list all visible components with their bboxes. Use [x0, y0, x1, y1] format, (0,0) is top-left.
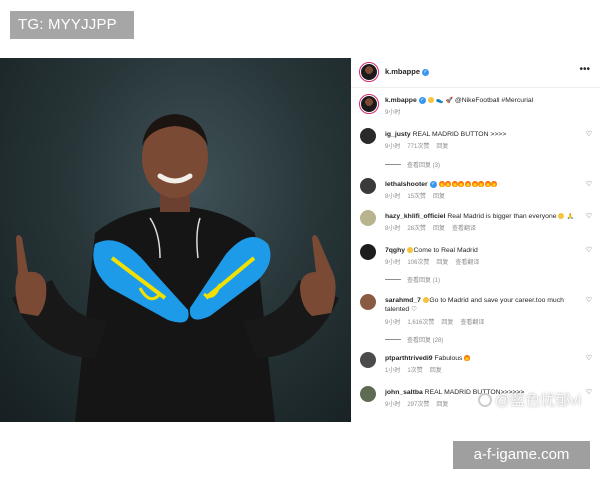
comment: sarahmd_7 Go to Madrid and save your car… — [351, 294, 600, 350]
rocket-emoji-icon: 🚀 — [445, 98, 453, 104]
author-username[interactable]: k.mbappe ✓ — [385, 67, 430, 76]
comment-text: 7qghy Come to Real Madrid — [385, 246, 478, 254]
commenter-avatar[interactable] — [360, 294, 376, 310]
fire-emoji-icon — [484, 180, 491, 187]
tg-badge: TG: MYYJJPP — [10, 11, 134, 39]
caption: k.mbappe ✓ 👟 🚀 @NikeFootball #Mercurial 9… — [351, 94, 600, 118]
fire-emoji-row — [438, 180, 498, 188]
photo-illustration — [12, 114, 339, 422]
reply-link[interactable]: 回复 — [430, 368, 442, 374]
smirk-emoji-icon — [558, 212, 565, 219]
fire-emoji-icon — [491, 180, 498, 187]
reply-link[interactable]: 回复 — [436, 260, 448, 266]
like-heart-icon[interactable]: ♡ — [586, 296, 592, 304]
heart-emoji-icon: ♡ — [411, 306, 417, 313]
comment-meta: 8小时 28次赞 回复 查看翻译 — [385, 226, 477, 232]
commenter-avatar[interactable] — [360, 210, 376, 226]
comment-meta: 9小时 297次赞 回复 — [385, 402, 449, 408]
fire-emoji-icon — [471, 180, 478, 187]
reply-link[interactable]: 回复 — [436, 402, 448, 408]
comment: lethalshooter ✓ 8小时 15次赞 回复 ♡ — [351, 178, 600, 208]
post-header: k.mbappe ✓ ••• — [351, 58, 600, 88]
watermark: @藍色忧郁vi — [478, 389, 581, 410]
fire-emoji-icon — [464, 180, 471, 187]
fire-emoji-icon — [478, 180, 485, 187]
commenter-avatar[interactable] — [360, 352, 376, 368]
comment-meta: 9小时 1,616次赞 回复 查看翻译 — [385, 320, 485, 326]
comment: ig_justy REAL MADRID BUTTON >>>> 9小时 771次… — [351, 128, 600, 178]
pray-emoji-icon: 🙏 — [566, 214, 575, 220]
commenter-avatar[interactable] — [360, 386, 376, 402]
like-heart-icon[interactable]: ♡ — [586, 354, 592, 362]
view-replies-link[interactable]: 查看回复 (1) — [385, 275, 440, 284]
smiling-emoji-icon — [422, 296, 429, 303]
like-heart-icon[interactable]: ♡ — [586, 130, 592, 138]
translate-link[interactable]: 查看翻译 — [460, 320, 484, 326]
like-heart-icon[interactable]: ♡ — [586, 246, 592, 254]
commenter-avatar[interactable] — [360, 178, 376, 194]
comment-meta: 1小时 1次赞 回复 — [385, 368, 442, 374]
fire-emoji-icon — [451, 180, 458, 187]
translate-link[interactable]: 查看翻译 — [455, 260, 479, 266]
reply-link[interactable]: 回复 — [441, 320, 453, 326]
instagram-post: k.mbappe ✓ ••• k.mbappe ✓ 👟 🚀 @NikeFootbal… — [0, 58, 600, 422]
verified-icon: ✓ — [429, 181, 437, 188]
reply-link[interactable]: 回复 — [433, 226, 445, 232]
comment-text: ptparthtrivedi9 Fabulous — [385, 354, 581, 363]
fire-emoji-icon — [464, 354, 471, 361]
comment-text: lethalshooter ✓ — [385, 180, 581, 189]
commenter-avatar[interactable] — [360, 244, 376, 260]
comment: hazy_khlifi_officiel Real Madrid is bigg… — [351, 210, 600, 242]
verified-icon: ✓ — [422, 69, 430, 76]
site-badge: a-f-igame.com — [453, 441, 590, 469]
view-replies-link[interactable]: 查看回复 (28) — [385, 335, 443, 344]
comment-text: sarahmd_7 Go to Madrid and save your car… — [385, 296, 564, 313]
comment-text: ig_justy REAL MADRID BUTTON >>>> — [385, 131, 507, 138]
comments-panel: k.mbappe ✓ ••• k.mbappe ✓ 👟 🚀 @NikeFootbal… — [351, 58, 600, 422]
translate-link[interactable]: 查看翻译 — [452, 226, 476, 232]
fire-emoji-icon — [445, 180, 452, 187]
shoe-emoji-icon: 👟 — [436, 98, 444, 104]
fire-emoji-icon — [438, 180, 445, 187]
comment-text: hazy_khlifi_officiel Real Madrid is bigg… — [385, 212, 575, 220]
caption-avatar[interactable] — [359, 94, 379, 114]
post-photo — [0, 58, 351, 422]
comment: 7qghy Come to Real Madrid 9小时 106次赞 回复 查看翻译… — [351, 244, 600, 290]
fire-emoji-icon — [458, 180, 465, 187]
like-heart-icon[interactable]: ♡ — [586, 180, 592, 188]
caption-time: 9小时 — [385, 110, 401, 116]
smiling-emoji-icon — [427, 96, 434, 103]
comment: ptparthtrivedi9 Fabulous 1小时 1次赞 回复 ♡ — [351, 352, 600, 380]
verified-icon: ✓ — [418, 97, 426, 104]
more-options-icon[interactable]: ••• — [579, 64, 590, 75]
comment-meta: 9小时 106次赞 回复 查看翻译 — [385, 260, 480, 266]
comment-meta: 9小时 771次赞 回复 — [385, 144, 449, 150]
reply-link[interactable]: 回复 — [433, 194, 445, 200]
view-replies-link[interactable]: 查看回复 (3) — [385, 160, 440, 169]
reply-link[interactable]: 回复 — [436, 144, 448, 150]
author-avatar[interactable] — [359, 62, 379, 82]
like-heart-icon[interactable]: ♡ — [586, 388, 592, 396]
caption-text: k.mbappe ✓ 👟 🚀 @NikeFootball #Mercurial — [385, 96, 534, 104]
like-heart-icon[interactable]: ♡ — [586, 212, 592, 220]
comment-meta: 8小时 15次赞 回复 — [385, 194, 446, 200]
commenter-avatar[interactable] — [360, 128, 376, 144]
smiling-emoji-icon — [406, 246, 413, 253]
watermark-logo-icon — [478, 393, 492, 407]
